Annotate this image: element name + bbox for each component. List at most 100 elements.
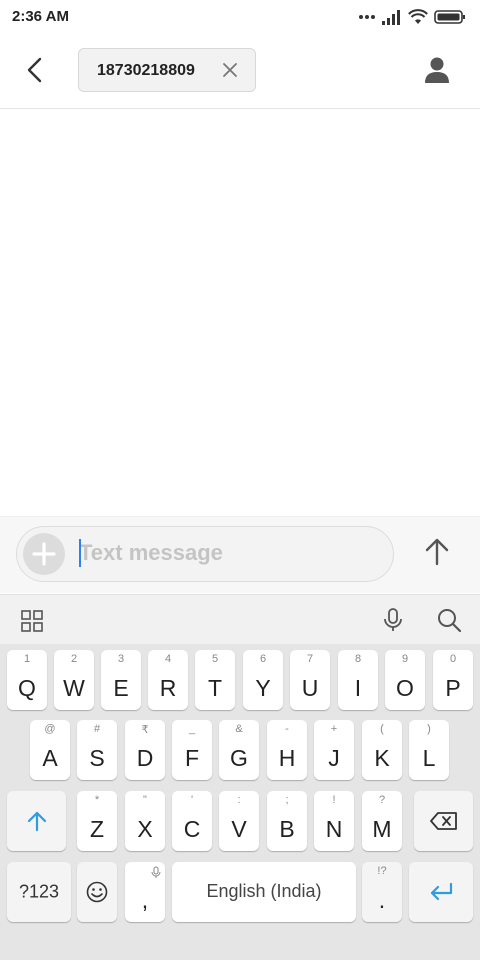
period-key-hint: !?: [377, 865, 387, 877]
recipient-number: 18730218809: [97, 62, 195, 79]
period-key-label: .: [378, 887, 386, 913]
key-label: W: [63, 675, 85, 701]
backspace-icon: [430, 812, 457, 830]
key-label: T: [207, 675, 223, 701]
space-key[interactable]: English (India): [172, 862, 356, 922]
key-m[interactable]: ? M: [362, 791, 402, 851]
comma-key[interactable]: ,: [125, 862, 165, 922]
key-f[interactable]: _ F: [172, 720, 212, 780]
period-key[interactable]: !? .: [362, 862, 402, 922]
key-t[interactable]: 5T: [195, 650, 235, 710]
enter-arrow-icon: [430, 882, 453, 901]
key-hint: ): [427, 723, 431, 735]
key-b[interactable]: ; B: [267, 791, 307, 851]
key-label: N: [325, 816, 343, 842]
key-hint: 7: [306, 653, 314, 665]
key-hint: 9: [401, 653, 409, 665]
key-z[interactable]: * Z: [77, 791, 117, 851]
key-label: Q: [18, 675, 36, 701]
close-icon[interactable]: [221, 61, 239, 79]
key-label: O: [396, 675, 414, 701]
key-hint: _: [188, 723, 196, 735]
status-icons: [358, 8, 466, 26]
key-hint: -: [285, 723, 289, 735]
small-microphone-icon: [151, 866, 161, 878]
key-label: Z: [89, 816, 105, 842]
key-r[interactable]: 4R: [148, 650, 188, 710]
key-label: D: [136, 745, 154, 771]
smiley-icon: [86, 881, 108, 903]
key-l[interactable]: ) L: [409, 720, 449, 780]
key-n[interactable]: ! N: [314, 791, 354, 851]
key-label: M: [372, 816, 392, 842]
key-v[interactable]: :V: [219, 791, 259, 851]
conversation-header: 18730218809: [0, 34, 480, 109]
enter-key[interactable]: [409, 862, 473, 922]
key-label: A: [42, 745, 58, 771]
key-hint: 5: [211, 653, 219, 665]
key-hint: :: [237, 794, 241, 806]
key-s[interactable]: # S: [77, 720, 117, 780]
key-hint: #: [93, 723, 101, 735]
key-hint: 4: [164, 653, 172, 665]
key-o[interactable]: 9O: [385, 650, 425, 710]
key-hint: ₹: [141, 724, 149, 736]
backspace-key[interactable]: [414, 791, 473, 851]
key-c[interactable]: ' C: [172, 791, 212, 851]
key-j[interactable]: + J: [314, 720, 354, 780]
space-key-label: English (India): [206, 881, 322, 901]
attach-button[interactable]: [23, 533, 65, 575]
keyboard-toolbar: [0, 594, 480, 645]
search-icon[interactable]: [436, 607, 462, 633]
shift-arrow-icon: [27, 811, 47, 832]
key-k[interactable]: (K: [362, 720, 402, 780]
key-label: E: [113, 675, 129, 701]
key-y[interactable]: 6Y: [243, 650, 283, 710]
more-dots-icon: [359, 15, 375, 19]
key-label: I: [354, 675, 362, 701]
wifi-icon: [408, 9, 428, 24]
key-label: X: [137, 816, 153, 842]
signal-icon: [382, 10, 400, 25]
key-hint: ': [190, 794, 194, 806]
key-label: V: [231, 816, 247, 842]
key-u[interactable]: 7U: [290, 650, 330, 710]
key-hint: !: [332, 794, 336, 806]
key-q[interactable]: 1Q: [7, 650, 47, 710]
key-hint: 8: [354, 653, 362, 665]
keyboard: 1Q 2W 3E 4R 5T 6Y 7U 8I 9O 0P @ A # S ₹ D _…: [0, 644, 480, 960]
key-label: J: [328, 745, 340, 771]
key-hint: 0: [449, 653, 457, 665]
key-g[interactable]: & G: [219, 720, 259, 780]
status-time: 2:36 AM: [12, 8, 69, 25]
key-label: R: [159, 675, 177, 701]
key-a[interactable]: @ A: [30, 720, 70, 780]
contact-person-icon[interactable]: [424, 56, 450, 84]
back-arrow-icon[interactable]: [20, 54, 52, 86]
emoji-key[interactable]: [77, 862, 117, 922]
key-hint: (: [380, 723, 384, 735]
send-arrow-icon[interactable]: [424, 537, 450, 567]
key-hint: 2: [70, 653, 78, 665]
battery-icon: [434, 10, 465, 24]
message-input[interactable]: Text message: [16, 526, 394, 582]
key-x[interactable]: " X: [125, 791, 165, 851]
key-hint: ?: [378, 794, 386, 806]
key-e[interactable]: 3E: [101, 650, 141, 710]
grid-menu-icon[interactable]: [20, 609, 44, 633]
key-p[interactable]: 0P: [433, 650, 473, 710]
key-hint: &: [235, 723, 243, 735]
symbols-key[interactable]: ?123: [7, 862, 71, 922]
key-hint: 1: [23, 653, 31, 665]
microphone-icon[interactable]: [382, 607, 404, 633]
comma-key-label: ,: [141, 887, 149, 913]
recipient-chip[interactable]: 18730218809: [78, 48, 256, 92]
shift-key[interactable]: [7, 791, 66, 851]
key-h[interactable]: -H: [267, 720, 307, 780]
key-w[interactable]: 2W: [54, 650, 94, 710]
compose-bar: Text message: [0, 516, 480, 593]
key-hint: ": [143, 794, 147, 806]
key-label: L: [422, 745, 436, 771]
key-d[interactable]: ₹ D: [125, 720, 165, 780]
key-i[interactable]: 8I: [338, 650, 378, 710]
